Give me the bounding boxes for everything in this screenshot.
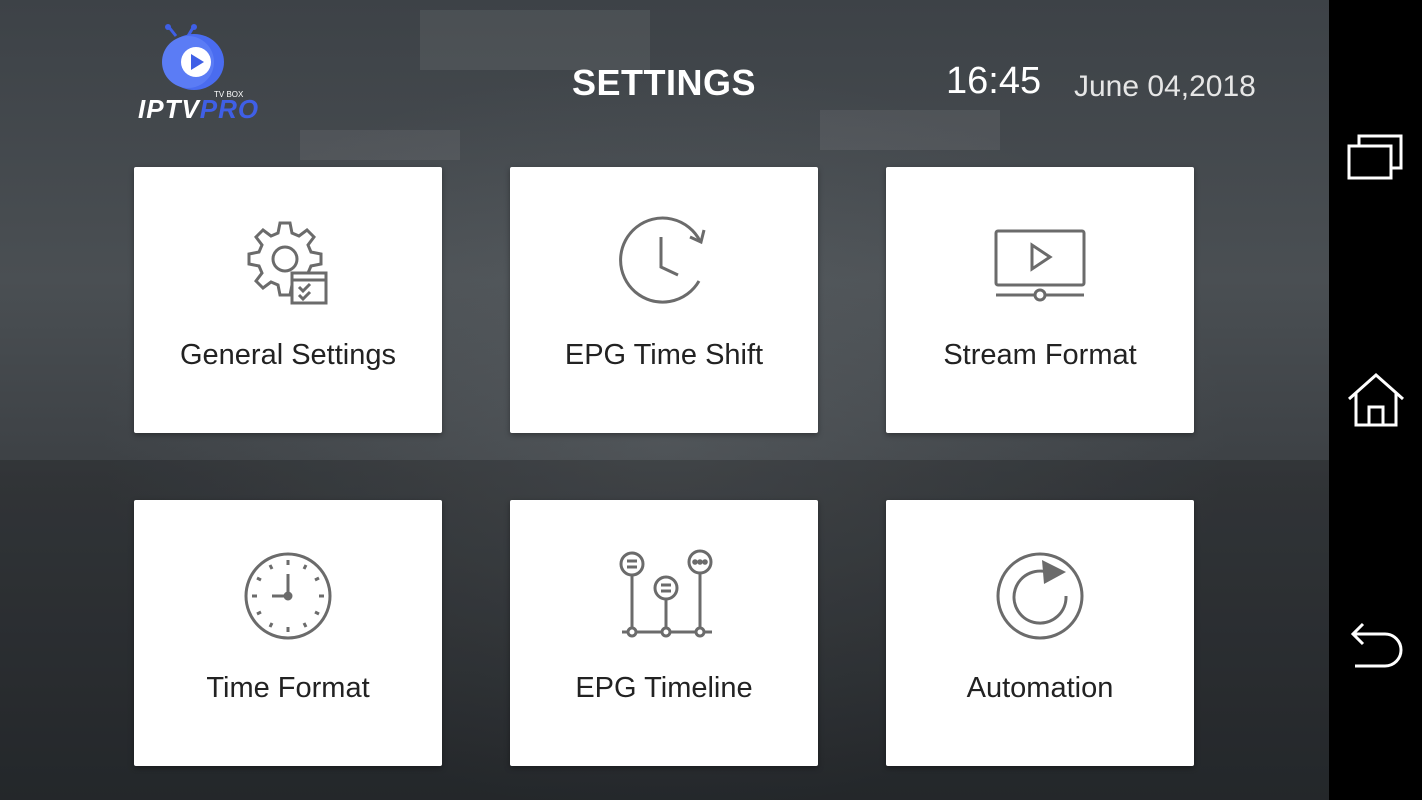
clock-refresh-icon: [619, 216, 706, 304]
page-title: SETTINGS: [571, 62, 757, 103]
timeline-icon: [619, 549, 713, 638]
logo-brand-main: IPTV: [138, 94, 200, 124]
logo-brand-accent: PRO: [199, 94, 260, 124]
tile-label: EPG Timeline: [575, 672, 753, 704]
app-logo: TV BOX IPTVPRO: [138, 24, 258, 124]
clock-icon: [244, 552, 332, 640]
logo-wordmark: IPTVPRO: [138, 94, 259, 125]
recent-apps-button[interactable]: [1345, 124, 1407, 186]
back-button[interactable]: [1345, 614, 1407, 676]
screen: TV BOX IPTVPRO SETTINGS 16:45 June 04,20…: [0, 0, 1422, 800]
system-navigation-bar: [1329, 0, 1422, 800]
video-player-icon: [994, 229, 1086, 302]
time-format-tile[interactable]: Time Format: [134, 500, 442, 766]
tile-label: Stream Format: [943, 339, 1137, 371]
clock-time: 16:45: [946, 60, 1042, 102]
background-ceiling-panel: [420, 10, 650, 70]
automation-tile[interactable]: Automation: [886, 500, 1194, 766]
recent-apps-icon: [1347, 134, 1403, 180]
general-settings-tile[interactable]: General Settings: [134, 167, 442, 433]
epg-timeline-tile[interactable]: EPG Timeline: [510, 500, 818, 766]
epg-time-shift-tile[interactable]: EPG Time Shift: [510, 167, 818, 433]
clock-date: June 04,2018: [1074, 70, 1256, 103]
tile-label: General Settings: [179, 339, 396, 371]
home-icon: [1348, 372, 1404, 427]
tile-label: EPG Time Shift: [564, 339, 764, 371]
background-ceiling-panel: [300, 130, 460, 160]
background-ceiling-panel: [820, 110, 1000, 150]
tile-label: Time Format: [206, 672, 370, 704]
tv-logo-icon: [162, 24, 224, 90]
home-button[interactable]: [1345, 369, 1407, 431]
refresh-icon: [996, 552, 1084, 640]
gear-icon: [247, 221, 328, 305]
stream-format-tile[interactable]: Stream Format: [886, 167, 1194, 433]
back-icon: [1350, 622, 1403, 668]
settings-screen: TV BOX IPTVPRO SETTINGS 16:45 June 04,20…: [0, 0, 1329, 800]
tile-label: Automation: [966, 672, 1114, 704]
